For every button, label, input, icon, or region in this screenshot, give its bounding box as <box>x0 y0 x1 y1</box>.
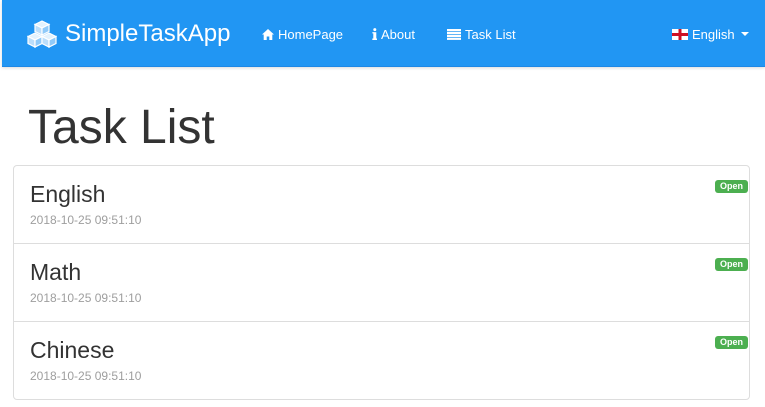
language-label: English <box>692 26 735 42</box>
task-date: 2018-10-25 09:51:10 <box>30 213 142 227</box>
task-item[interactable]: Chinese 2018-10-25 09:51:10 Open <box>14 321 749 399</box>
task-item[interactable]: English 2018-10-25 09:51:10 Open <box>14 166 749 243</box>
task-date: 2018-10-25 09:51:10 <box>30 369 142 383</box>
task-name: English <box>30 181 106 207</box>
list-icon <box>447 28 461 40</box>
task-list: English 2018-10-25 09:51:10 Open Math 20… <box>13 165 750 400</box>
task-date: 2018-10-25 09:51:10 <box>30 291 142 305</box>
england-flag-icon <box>672 28 688 40</box>
status-badge: Open <box>714 336 748 349</box>
nav-about[interactable]: About <box>372 24 415 44</box>
nav-homepage-label: HomePage <box>278 26 344 42</box>
info-icon <box>372 28 377 40</box>
status-badge: Open <box>714 180 748 193</box>
nav-task-list-label: Task List <box>465 26 516 42</box>
task-item[interactable]: Math 2018-10-25 09:51:10 Open <box>14 243 749 321</box>
nav-homepage[interactable]: HomePage <box>262 24 343 44</box>
status-badge: Open <box>714 258 748 271</box>
brand-name: SimpleTaskApp <box>65 20 231 47</box>
home-icon <box>262 28 274 40</box>
language-dropdown[interactable]: English <box>672 24 749 44</box>
nav-about-label: About <box>381 26 415 42</box>
brand-link[interactable]: SimpleTaskApp <box>27 19 230 49</box>
task-name: Math <box>30 259 82 285</box>
page-title: Task List <box>28 101 215 154</box>
top-navbar: SimpleTaskApp HomePage About Task List E… <box>2 0 765 67</box>
nav-task-list[interactable]: Task List <box>447 24 516 44</box>
cubes-icon <box>27 19 57 49</box>
task-name: Chinese <box>30 337 115 363</box>
caret-down-icon <box>740 32 749 36</box>
